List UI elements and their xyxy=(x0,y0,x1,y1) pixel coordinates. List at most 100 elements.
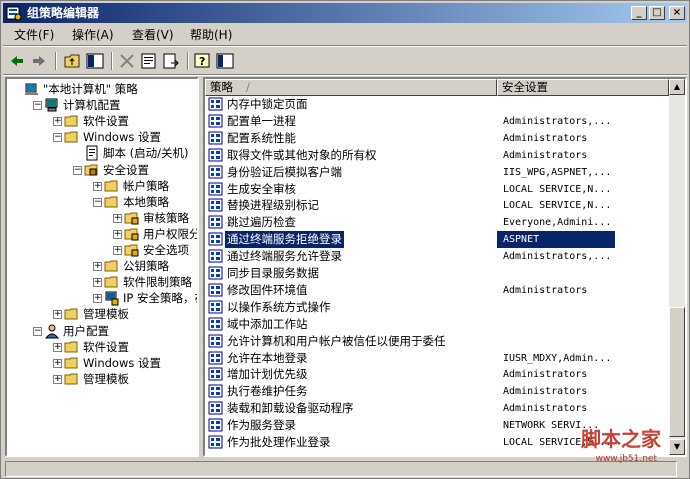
tree-item[interactable]: + IP 安全策略，在 xyxy=(7,290,197,306)
tree-item-label: 脚本 (启动/关机) xyxy=(103,146,189,161)
tree-item-label: 帐户策略 xyxy=(123,178,169,193)
expand-icon[interactable]: + xyxy=(113,213,122,223)
tree-item[interactable]: + 管理模板 xyxy=(7,306,197,322)
policy-name: 通过终端服务允许登录 xyxy=(227,249,342,264)
tree-item[interactable]: + 软件设置 xyxy=(7,113,197,129)
policy-setting-icon xyxy=(208,165,224,180)
expand-icon[interactable]: + xyxy=(93,262,102,272)
help-topics-icon[interactable] xyxy=(215,51,235,71)
tree-item[interactable]: + 审核策略 xyxy=(7,210,197,226)
forward-icon[interactable] xyxy=(29,51,49,71)
expand-icon[interactable]: + xyxy=(93,181,102,191)
policy-row[interactable]: 装载和卸载设备驱动程序 Administrators xyxy=(205,400,685,417)
tree-item[interactable]: − Windows 设置 xyxy=(7,129,197,145)
scroll-up-button[interactable]: ▲ xyxy=(669,79,685,95)
policy-row[interactable]: 配置单一进程 Administrators,... xyxy=(205,113,685,130)
collapse-icon[interactable]: − xyxy=(53,133,62,143)
tree-item-label: 计算机配置 xyxy=(63,98,121,113)
column-header-setting-label: 安全设置 xyxy=(502,80,548,94)
tree-item[interactable]: + 安全选项 xyxy=(7,242,197,258)
policy-name: 修改固件环境值 xyxy=(227,282,308,297)
close-button[interactable]: × xyxy=(669,6,685,20)
policy-setting-icon xyxy=(208,351,224,366)
expand-icon[interactable]: + xyxy=(113,229,122,239)
show-hide-tree-icon[interactable] xyxy=(85,51,105,71)
policy-name: 装载和卸载设备驱动程序 xyxy=(227,401,354,416)
policy-row[interactable]: 通过终端服务允许登录 Administrators,... xyxy=(205,248,685,265)
tree-item[interactable]: − 本地策略 xyxy=(7,194,197,210)
menu-file[interactable]: 文件(F) xyxy=(11,27,57,43)
tree-item[interactable]: + 公钥策略 xyxy=(7,258,197,274)
folder-icon xyxy=(104,258,120,274)
collapse-icon[interactable]: − xyxy=(33,326,42,336)
policy-setting-icon xyxy=(208,198,224,213)
expand-icon[interactable]: + xyxy=(53,342,62,352)
export-list-icon[interactable] xyxy=(161,51,181,71)
policy-setting-icon xyxy=(208,334,224,349)
column-header-setting[interactable]: 安全设置 xyxy=(497,79,669,96)
policy-row[interactable]: 替换进程级别标记 LOCAL SERVICE,N... xyxy=(205,197,685,214)
tree-pane[interactable]: "本地计算机" 策略 − 计算机配置 + 软件设置 − Windows 设置 脚本 (启动/关… xyxy=(5,77,199,457)
policy-row[interactable]: 身份验证后模拟客户端 IIS_WPG,ASPNET,... xyxy=(205,164,685,181)
properties-icon[interactable] xyxy=(139,51,159,71)
policy-list-pane[interactable]: 策略 / 安全设置 ▲ ▼ 内存中锁定页面 配置单一进程 Administrator… xyxy=(203,77,687,457)
policy-row[interactable]: 同步目录服务数据 xyxy=(205,265,685,282)
policy-row[interactable]: 域中添加工作站 xyxy=(205,316,685,333)
help-icon[interactable]: ? xyxy=(193,51,213,71)
expand-icon[interactable]: + xyxy=(53,310,62,320)
up-folder-icon[interactable] xyxy=(63,51,83,71)
policy-row[interactable]: 取得文件或其他对象的所有权 Administrators xyxy=(205,147,685,164)
policy-row[interactable]: 内存中锁定页面 xyxy=(205,96,685,113)
policy-row[interactable]: 配置系统性能 Administrators xyxy=(205,130,685,147)
folder-lock-icon xyxy=(124,210,140,226)
tree-item[interactable]: + 软件限制策略 xyxy=(7,274,197,290)
tree-item[interactable]: − 用户配置 xyxy=(7,323,197,339)
tree-item[interactable]: "本地计算机" 策略 xyxy=(7,81,197,97)
collapse-icon[interactable]: − xyxy=(33,101,42,111)
tree-item[interactable]: + Windows 设置 xyxy=(7,355,197,371)
tree-item[interactable]: + 帐户策略 xyxy=(7,178,197,194)
policy-row[interactable]: 生成安全审核 LOCAL SERVICE,N... xyxy=(205,181,685,198)
tree-item[interactable]: − 计算机配置 xyxy=(7,97,197,113)
policy-row[interactable]: 执行卷维护任务 Administrators xyxy=(205,383,685,400)
tree-item[interactable]: + 软件设置 xyxy=(7,339,197,355)
expand-icon[interactable]: + xyxy=(53,358,62,368)
policy-row[interactable]: 以操作系统方式操作 xyxy=(205,299,685,316)
expand-icon[interactable]: + xyxy=(53,374,62,384)
policy-setting-icon xyxy=(208,97,224,112)
tree-item[interactable]: + 用户权限分配 xyxy=(7,226,197,242)
maximize-button[interactable]: □ xyxy=(649,6,665,20)
delete-icon[interactable] xyxy=(117,51,137,71)
expand-icon[interactable]: + xyxy=(53,117,62,127)
menu-action[interactable]: 操作(A) xyxy=(69,27,117,43)
policy-setting-icon xyxy=(208,418,224,433)
tree-item[interactable]: + 管理模板 xyxy=(7,371,197,387)
menu-view[interactable]: 查看(V) xyxy=(129,27,177,43)
expand-icon[interactable]: + xyxy=(93,294,102,304)
back-icon[interactable] xyxy=(7,51,27,71)
security-setting-value: Administrators xyxy=(503,403,588,415)
policy-setting-icon xyxy=(208,384,224,399)
policy-setting-icon xyxy=(208,300,224,315)
folder-icon xyxy=(64,339,80,355)
tree-item-label: 管理模板 xyxy=(83,371,129,386)
expand-icon[interactable]: + xyxy=(93,278,102,288)
tree-item[interactable]: − 安全设置 xyxy=(7,162,197,178)
menu-help[interactable]: 帮助(H) xyxy=(187,27,235,43)
security-setting-value: LOCAL SERVICE,N... xyxy=(503,183,612,195)
policy-row[interactable]: 允许计算机和用户帐户被信任以便用于委任 xyxy=(205,333,685,350)
column-header-policy[interactable]: 策略 / xyxy=(205,79,497,96)
folder-icon xyxy=(64,113,80,129)
policy-row[interactable]: 通过终端服务拒绝登录 ASPNET xyxy=(205,230,685,250)
title-bar[interactable]: 组策略编辑器 _ □ × xyxy=(3,3,687,23)
policy-row[interactable]: 跳过遍历检查 Everyone,Admini... xyxy=(205,214,685,231)
policy-setting-icon xyxy=(208,266,224,281)
policy-row[interactable]: 修改固件环境值 Administrators xyxy=(205,282,685,299)
tree-item[interactable]: 脚本 (启动/关机) xyxy=(7,145,197,161)
policy-row[interactable]: 允许在本地登录 IUSR_MDXY,Admin... xyxy=(205,350,685,367)
collapse-icon[interactable]: − xyxy=(73,165,82,175)
expand-icon[interactable]: + xyxy=(113,246,122,255)
policy-row[interactable]: 增加计划优先级 Administrators xyxy=(205,366,685,383)
collapse-icon[interactable]: − xyxy=(93,197,102,207)
minimize-button[interactable]: _ xyxy=(631,6,647,20)
